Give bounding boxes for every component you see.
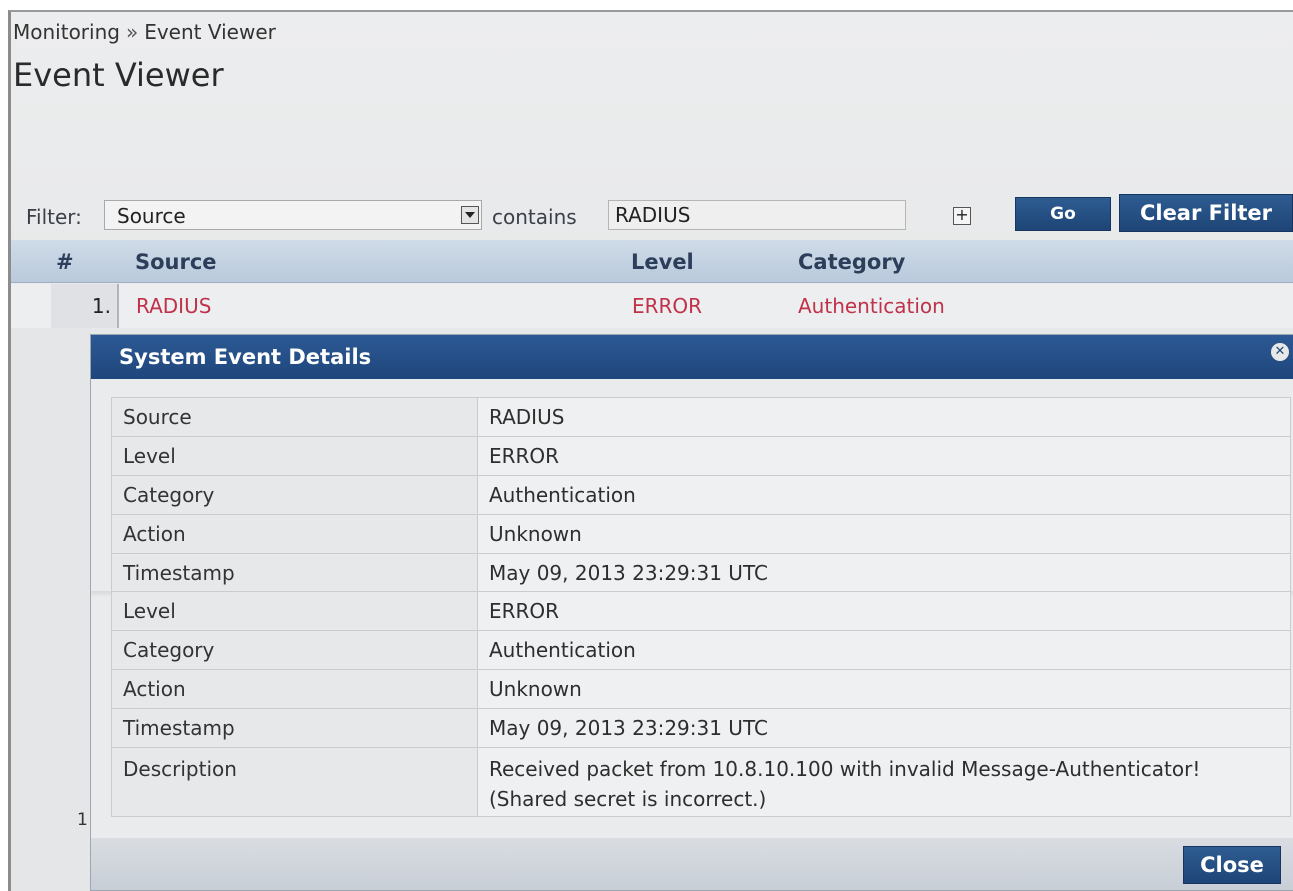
filter-field-value: Source	[117, 204, 186, 228]
filter-operator-label: contains	[492, 205, 577, 229]
detail-value: Authentication	[477, 630, 1291, 670]
add-filter-icon[interactable]: +	[953, 207, 971, 225]
detail-key: Category	[111, 475, 478, 515]
detail-row-timestamp: Timestamp May 09, 2013 23:29:31 UTC	[111, 553, 1291, 593]
close-icon[interactable]: ✕	[1271, 343, 1289, 361]
dialog-footer: Close	[91, 838, 1293, 890]
detail-row-category: Category Authentication	[111, 475, 1291, 515]
detail-key: Timestamp	[111, 708, 478, 748]
filter-value-input[interactable]	[608, 200, 906, 230]
page-title: Event Viewer	[13, 56, 224, 94]
row-category: Authentication	[798, 294, 945, 318]
breadcrumb-event-viewer: Event Viewer	[144, 20, 276, 44]
row-level: ERROR	[632, 294, 703, 318]
detail-key: Timestamp	[111, 553, 478, 593]
detail-row-action: Action Unknown	[111, 514, 1291, 554]
breadcrumb: Monitoring» Event Viewer	[13, 20, 276, 44]
detail-row-source: Source RADIUS	[111, 397, 1291, 437]
event-details-table: Source RADIUS Level ERROR Category Authe…	[111, 397, 1291, 593]
detail-key: Source	[111, 397, 478, 437]
row-number: 1.	[51, 284, 119, 328]
table-row[interactable]: 1. RADIUS ERROR Authentication	[11, 284, 1293, 328]
detail-key: Action	[111, 669, 478, 709]
column-header-source[interactable]: Source	[135, 250, 217, 274]
detail-key: Level	[111, 436, 478, 476]
page-number[interactable]: 1	[77, 810, 88, 830]
detail-value: Unknown	[477, 669, 1291, 709]
detail-value: Received packet from 10.8.10.100 with in…	[477, 747, 1291, 817]
filter-label: Filter:	[26, 205, 82, 229]
table-gutter	[11, 328, 91, 891]
detail-key: Level	[111, 591, 478, 631]
clear-filter-button[interactable]: Clear Filter	[1119, 194, 1293, 232]
event-viewer-screen: Monitoring» Event Viewer Event Viewer Fil…	[8, 10, 1293, 891]
chevron-down-icon[interactable]	[461, 206, 479, 224]
go-button[interactable]: Go	[1015, 197, 1111, 231]
breadcrumb-separator: »	[125, 20, 139, 44]
detail-row-level: Level ERROR	[111, 436, 1291, 476]
detail-value: ERROR	[477, 436, 1291, 476]
detail-value: May 09, 2013 23:29:31 UTC	[477, 553, 1291, 593]
breadcrumb-monitoring[interactable]: Monitoring	[13, 20, 120, 44]
detail-value: May 09, 2013 23:29:31 UTC	[477, 708, 1291, 748]
detail-key: Action	[111, 514, 478, 554]
detail-row-level: Level ERROR	[111, 591, 1291, 631]
detail-row-category: Category Authentication	[111, 630, 1291, 670]
detail-row-description: Description Received packet from 10.8.10…	[111, 747, 1291, 817]
column-header-category[interactable]: Category	[798, 250, 905, 274]
detail-value: Authentication	[477, 475, 1291, 515]
event-details-table-continued: Level ERROR Category Authentication Acti…	[111, 591, 1291, 817]
detail-value: ERROR	[477, 591, 1291, 631]
close-button[interactable]: Close	[1183, 846, 1281, 884]
detail-value: Unknown	[477, 514, 1291, 554]
column-header-number[interactable]: #	[56, 250, 74, 274]
detail-key: Category	[111, 630, 478, 670]
dialog-title: System Event Details	[119, 345, 372, 369]
event-table-header: # Source Level Category	[11, 240, 1293, 283]
detail-value: RADIUS	[477, 397, 1291, 437]
row-source: RADIUS	[136, 294, 212, 318]
dialog-header: System Event Details ✕	[91, 335, 1293, 379]
detail-row-timestamp: Timestamp May 09, 2013 23:29:31 UTC	[111, 708, 1291, 748]
detail-row-action: Action Unknown	[111, 669, 1291, 709]
detail-key: Description	[111, 747, 478, 817]
column-header-level[interactable]: Level	[631, 250, 694, 274]
filter-bar: Filter: Source contains + Go Clear Filte…	[11, 194, 1293, 233]
filter-field-select[interactable]: Source	[104, 200, 482, 230]
system-event-details-dialog: System Event Details ✕ Source RADIUS Lev…	[90, 334, 1293, 891]
